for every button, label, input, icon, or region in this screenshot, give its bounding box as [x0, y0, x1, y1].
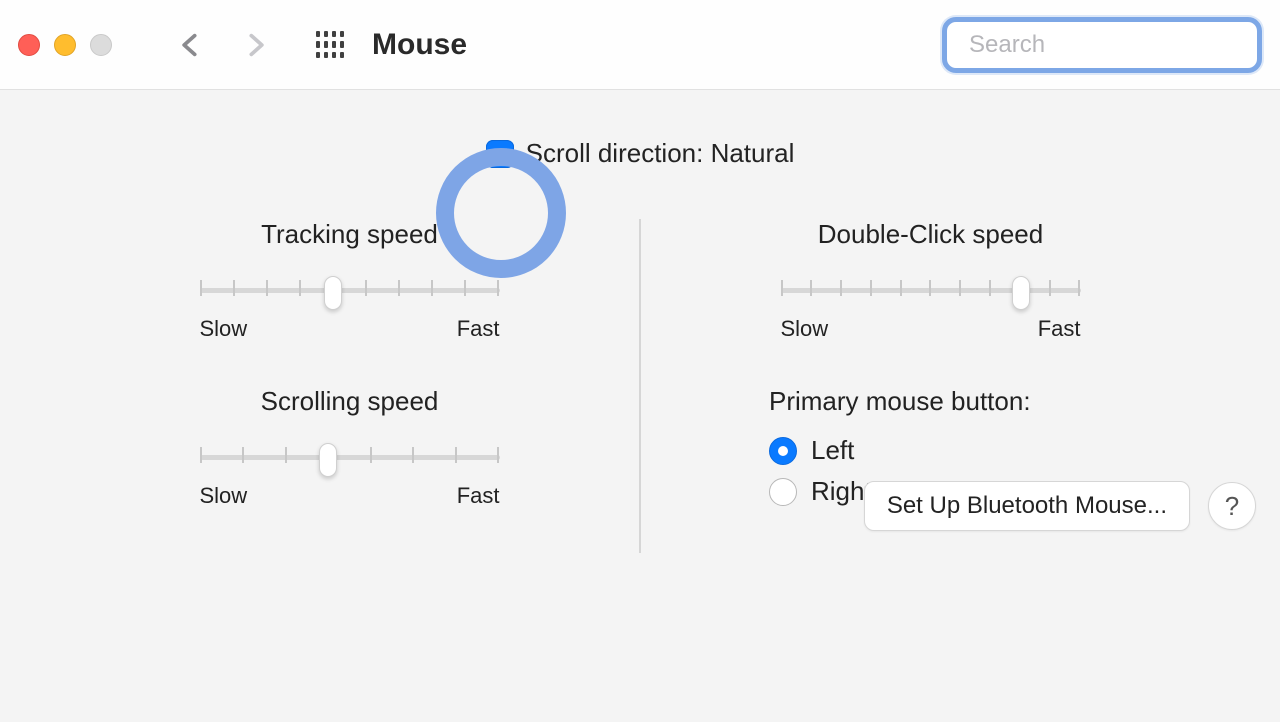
scroll-direction-checkbox[interactable]	[486, 140, 514, 168]
scrolling-speed-group: Scrolling speed Slow Fast	[100, 386, 599, 509]
primary-button-title: Primary mouse button:	[769, 386, 1180, 417]
scrolling-speed-slider[interactable]	[200, 441, 500, 471]
search-field[interactable]	[942, 17, 1262, 73]
scrolling-max-label: Fast	[457, 483, 500, 509]
double-click-min-label: Slow	[781, 316, 829, 342]
double-click-title: Double-Click speed	[681, 219, 1180, 250]
tracking-speed-slider[interactable]	[200, 274, 500, 304]
tracking-speed-group: Tracking speed Slow Fast	[100, 219, 599, 342]
primary-button-left-label: Left	[811, 435, 854, 466]
double-click-slider[interactable]	[781, 274, 1081, 304]
page-title: Mouse	[372, 28, 467, 62]
primary-button-right-radio[interactable]	[769, 478, 797, 506]
scroll-direction-label: Scroll direction: Natural	[526, 138, 795, 169]
setup-bluetooth-button[interactable]: Set Up Bluetooth Mouse...	[864, 481, 1190, 531]
toolbar: Mouse	[0, 0, 1280, 90]
footer: Set Up Bluetooth Mouse... ?	[864, 481, 1256, 531]
double-click-group: Double-Click speed Slow Fast	[681, 219, 1180, 342]
scrolling-speed-title: Scrolling speed	[100, 386, 599, 417]
primary-button-left-radio[interactable]	[769, 437, 797, 465]
back-button[interactable]	[168, 24, 212, 66]
double-click-max-label: Fast	[1038, 316, 1081, 342]
nav-buttons	[168, 24, 278, 66]
window-controls	[18, 34, 112, 56]
help-button[interactable]: ?	[1208, 482, 1256, 530]
tracking-min-label: Slow	[200, 316, 248, 342]
tracking-max-label: Fast	[457, 316, 500, 342]
main-content: Scroll direction: Natural Tracking speed…	[0, 90, 1280, 553]
close-window-button[interactable]	[18, 34, 40, 56]
primary-button-right-label: Right	[811, 476, 872, 507]
minimize-window-button[interactable]	[54, 34, 76, 56]
show-all-icon[interactable]	[316, 31, 344, 59]
forward-button[interactable]	[234, 24, 278, 66]
search-input[interactable]	[969, 31, 1279, 59]
zoom-window-button[interactable]	[90, 34, 112, 56]
scroll-direction-row: Scroll direction: Natural	[60, 128, 1220, 197]
scrolling-min-label: Slow	[200, 483, 248, 509]
tracking-speed-title: Tracking speed	[100, 219, 599, 250]
